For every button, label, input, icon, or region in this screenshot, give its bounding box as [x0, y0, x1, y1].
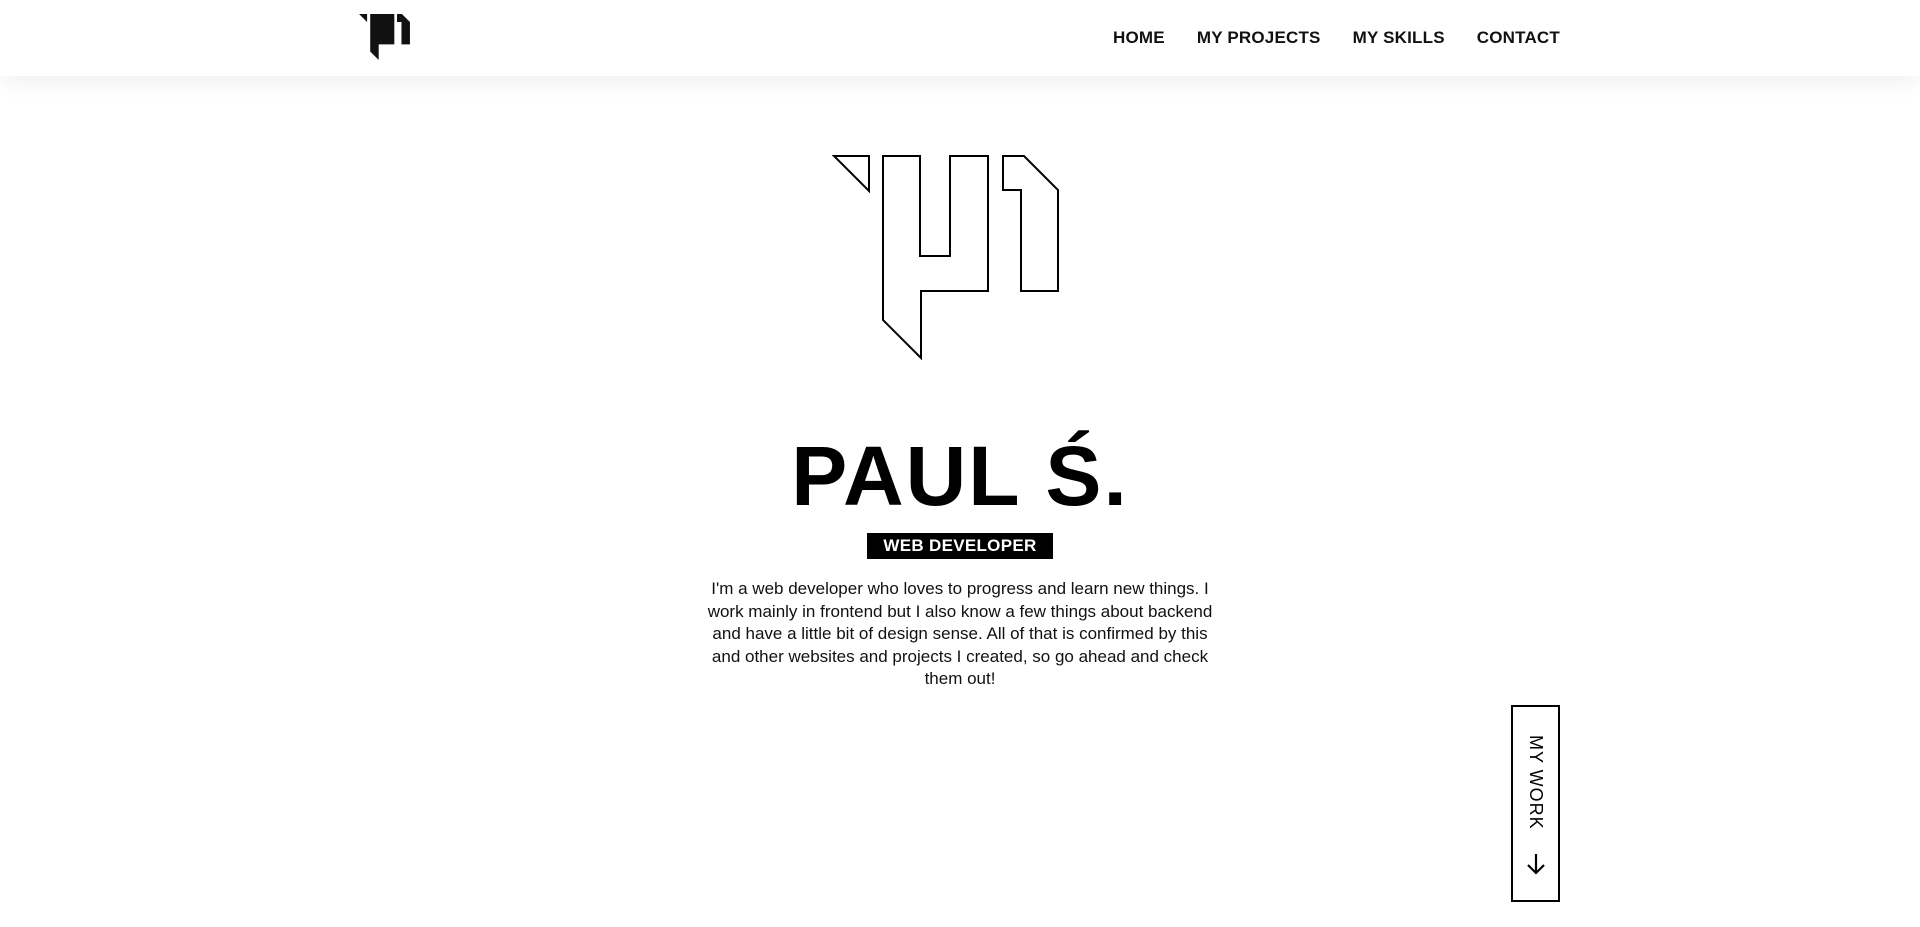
nav-contact[interactable]: CONTACT [1477, 28, 1560, 48]
top-navbar: HOME MY PROJECTS MY SKILLS CONTACT [0, 0, 1920, 76]
nav-home[interactable]: HOME [1113, 28, 1165, 48]
my-work-button[interactable]: MY WORK [1511, 705, 1560, 902]
nav-my-projects[interactable]: MY PROJECTS [1197, 28, 1321, 48]
arrow-down-icon [1527, 854, 1545, 875]
nav-my-skills[interactable]: MY SKILLS [1353, 28, 1445, 48]
role-badge-wrapper: WEB DEVELOPER [0, 533, 1920, 559]
main-nav: HOME MY PROJECTS MY SKILLS CONTACT [1113, 0, 1560, 76]
logo-icon[interactable] [359, 14, 410, 60]
hero-name: PAUL Ś. [791, 429, 1129, 523]
my-work-label: MY WORK [1526, 735, 1546, 830]
hero-bio: I'm a web developer who loves to progres… [707, 579, 1213, 688]
hero-logo-icon [832, 155, 1059, 360]
role-badge: WEB DEVELOPER [867, 533, 1053, 559]
